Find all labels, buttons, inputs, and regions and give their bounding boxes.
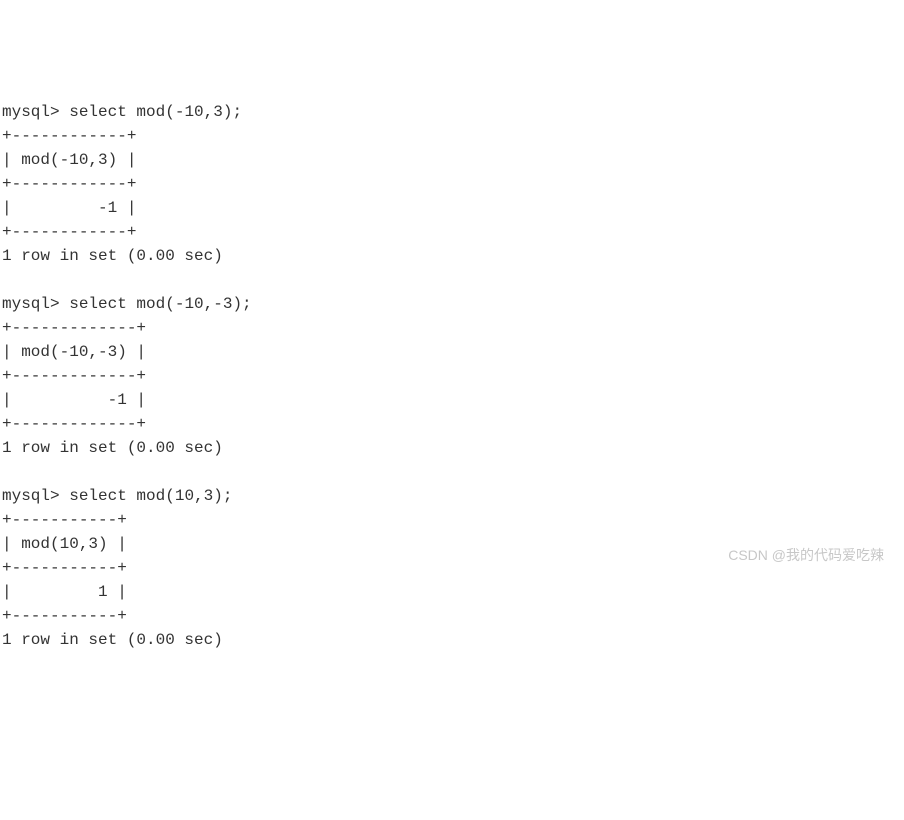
status-line: 1 row in set (0.00 sec) bbox=[2, 247, 223, 265]
table-border: +------------+ bbox=[2, 127, 136, 145]
status-line: 1 row in set (0.00 sec) bbox=[2, 439, 223, 457]
mysql-prompt: mysql> bbox=[2, 487, 69, 505]
table-border: +------------+ bbox=[2, 175, 136, 193]
table-border: +-----------+ bbox=[2, 607, 127, 625]
mysql-prompt: mysql> bbox=[2, 103, 69, 121]
table-border: +-------------+ bbox=[2, 319, 146, 337]
table-value-row: | 1 | bbox=[2, 583, 127, 601]
table-border: +-------------+ bbox=[2, 367, 146, 385]
table-header-row: | mod(-10,-3) | bbox=[2, 343, 146, 361]
table-value-row: | -1 | bbox=[2, 391, 146, 409]
table-border: +-----------+ bbox=[2, 559, 127, 577]
table-value-row: | -1 | bbox=[2, 199, 136, 217]
table-border: +-------------+ bbox=[2, 415, 146, 433]
sql-command: select mod(10,3); bbox=[69, 487, 232, 505]
table-header-row: | mod(10,3) | bbox=[2, 535, 127, 553]
status-line: 1 row in set (0.00 sec) bbox=[2, 631, 223, 649]
table-border: +-----------+ bbox=[2, 511, 127, 529]
sql-command: select mod(-10,3); bbox=[69, 103, 242, 121]
table-header-row: | mod(-10,3) | bbox=[2, 151, 136, 169]
terminal-output: mysql> select mod(-10,3); +------------+… bbox=[2, 100, 902, 652]
table-border: +------------+ bbox=[2, 223, 136, 241]
watermark: CSDN @我的代码爱吃辣 bbox=[728, 545, 884, 566]
mysql-prompt: mysql> bbox=[2, 295, 69, 313]
sql-command: select mod(-10,-3); bbox=[69, 295, 251, 313]
